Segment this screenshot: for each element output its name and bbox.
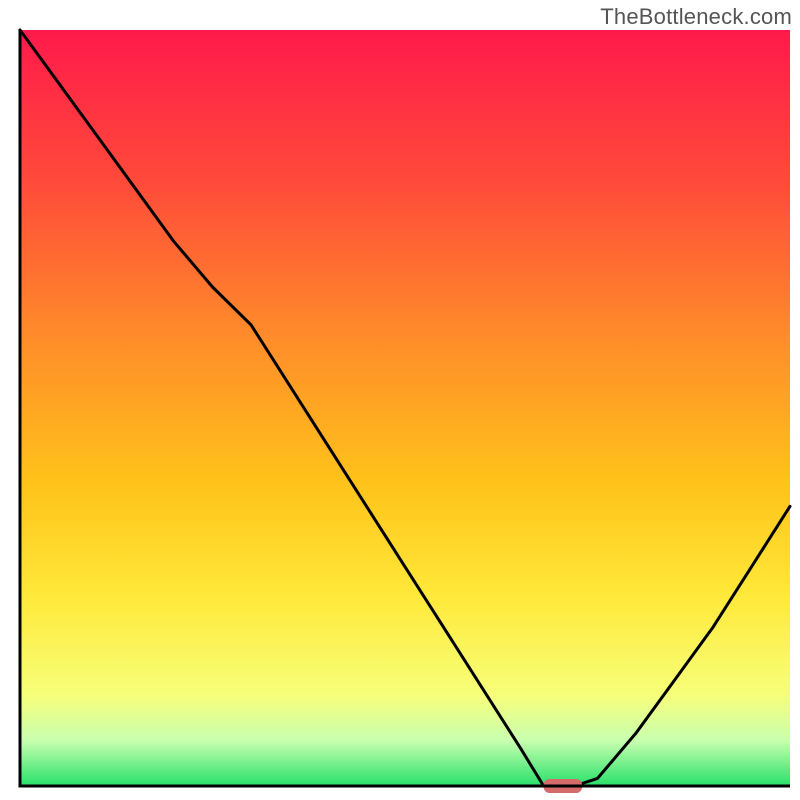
bottleneck-chart xyxy=(0,26,800,800)
chart-container: TheBottleneck.com xyxy=(0,0,800,800)
plot-area xyxy=(0,26,800,800)
gradient-background xyxy=(20,30,790,786)
